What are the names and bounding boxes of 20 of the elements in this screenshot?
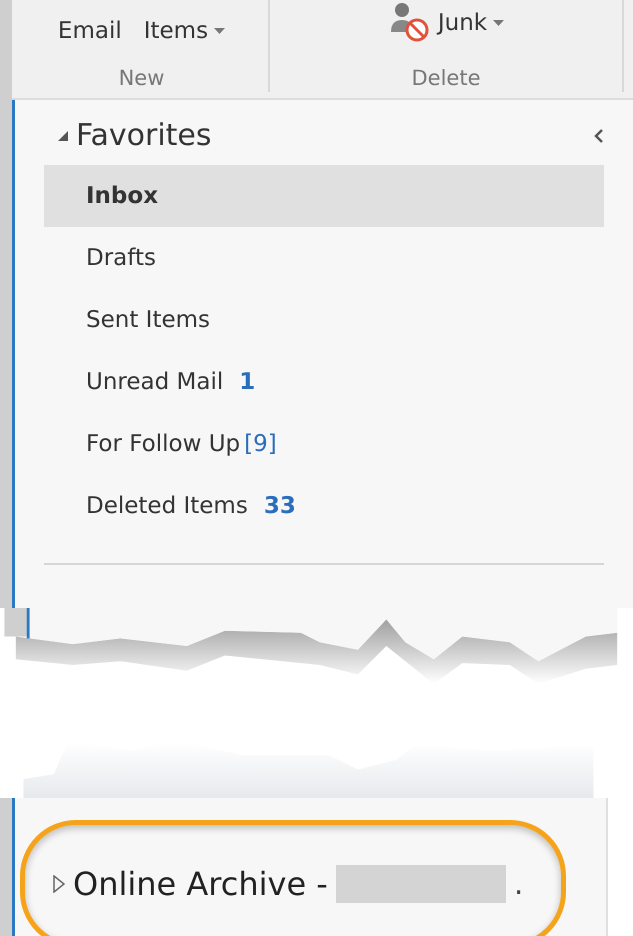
- group-label: New: [118, 66, 164, 90]
- period: .: [514, 866, 524, 902]
- expand-icon[interactable]: [53, 875, 65, 893]
- archive-folder-label[interactable]: Online Archive -: [73, 865, 328, 903]
- folder-item[interactable]: Deleted Items 33: [44, 475, 604, 537]
- collapse-icon[interactable]: [594, 128, 604, 142]
- folder-item[interactable]: Drafts: [44, 227, 604, 289]
- unread-count: 1: [239, 369, 256, 395]
- group-label: Delete: [412, 66, 480, 90]
- ribbon-button[interactable]: Email: [58, 18, 122, 44]
- folder-item[interactable]: Unread Mail 1: [44, 351, 604, 413]
- folder-item[interactable]: Sent Items: [44, 289, 604, 351]
- expand-icon[interactable]: [58, 130, 68, 140]
- junk-button[interactable]: Junk: [388, 2, 504, 44]
- ribbon-button[interactable]: Items: [144, 18, 226, 44]
- unread-count: 33: [264, 493, 296, 519]
- unread-count: [9]: [244, 431, 277, 457]
- folder-item[interactable]: For Follow Up [9]: [44, 413, 604, 475]
- folder-item[interactable]: Inbox: [44, 165, 604, 227]
- section-title: Favorites: [76, 118, 212, 153]
